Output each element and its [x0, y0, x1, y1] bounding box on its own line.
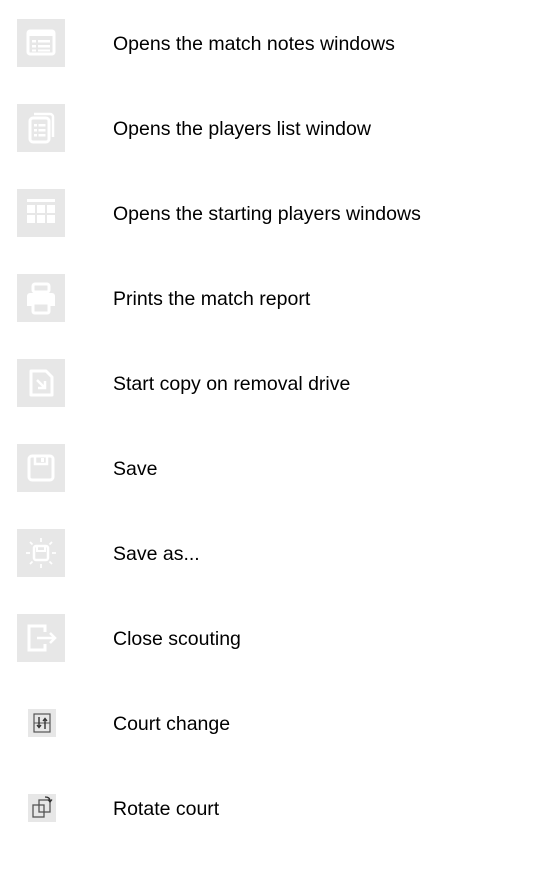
legend-row-match-notes: Opens the match notes windows — [0, 19, 535, 79]
legend-row-rotate-court: Rotate court — [0, 784, 535, 844]
players-list-icon — [17, 104, 65, 152]
match-notes-icon — [17, 19, 65, 67]
legend-row-starting-players: Opens the starting players windows — [0, 189, 535, 249]
legend-row-players-list: Opens the players list window — [0, 104, 535, 164]
legend-label: Rotate court — [113, 798, 220, 820]
legend-row-close-scouting: Close scouting — [0, 614, 535, 674]
legend-row-print: Prints the match report — [0, 274, 535, 334]
court-change-icon — [28, 709, 56, 737]
legend-label: Save — [113, 458, 158, 480]
legend-label: Opens the match notes windows — [113, 33, 395, 55]
legend-label: Start copy on removal drive — [113, 373, 351, 395]
copy-to-drive-icon — [17, 359, 65, 407]
save-as-icon — [17, 529, 65, 577]
legend-label: Close scouting — [113, 628, 241, 650]
legend-row-save-as: Save as... — [0, 529, 535, 589]
save-icon — [17, 444, 65, 492]
legend-row-court-change: Court change — [0, 699, 535, 759]
legend-label: Save as... — [113, 543, 200, 565]
legend-label: Court change — [113, 713, 231, 735]
printer-icon — [17, 274, 65, 322]
legend-label: Opens the players list window — [113, 118, 371, 140]
starting-players-grid-icon — [17, 189, 65, 237]
legend-label: Opens the starting players windows — [113, 203, 421, 225]
legend-row-copy-drive: Start copy on removal drive — [0, 359, 535, 419]
legend-row-save: Save — [0, 444, 535, 504]
rotate-court-icon — [28, 794, 56, 822]
close-scouting-icon — [17, 614, 65, 662]
legend-label: Prints the match report — [113, 288, 311, 310]
